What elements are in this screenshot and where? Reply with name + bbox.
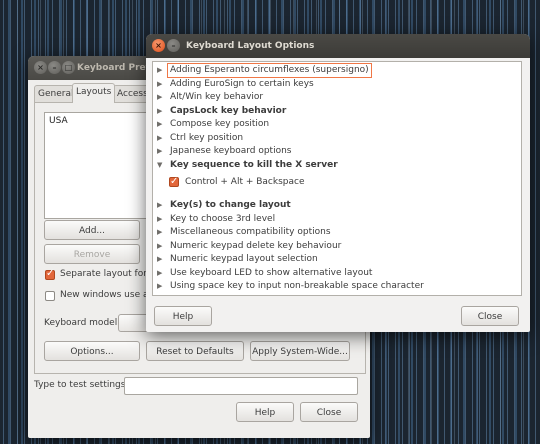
triangle-right-icon[interactable]: ▶ xyxy=(157,226,165,239)
tree-row-label: Key sequence to kill the X server xyxy=(170,159,338,170)
tree-row-label: CapsLock key behavior xyxy=(170,105,287,116)
close-icon[interactable]: × xyxy=(152,39,165,52)
tree-row-label: Miscellaneous compatibility options xyxy=(170,227,331,237)
tree-row-label: Adding Esperanto circumflexes (supersign… xyxy=(167,63,372,78)
separate-layout-checkbox[interactable] xyxy=(45,268,55,280)
close-button[interactable]: Close xyxy=(461,306,519,326)
control-alt-backspace-checkbox[interactable] xyxy=(169,175,179,188)
tree-row-label: Alt/Win key behavior xyxy=(170,92,264,102)
triangle-right-icon[interactable]: ▶ xyxy=(157,199,165,212)
minimize-icon[interactable]: – xyxy=(48,61,61,74)
tree-row-label: Key(s) to change layout xyxy=(170,200,291,210)
help-button[interactable]: Help xyxy=(236,402,294,422)
minimize-icon[interactable]: – xyxy=(167,39,180,52)
test-settings-label: Type to test settings: xyxy=(34,380,129,390)
tree-row-label: Ctrl key position xyxy=(170,132,244,143)
triangle-right-icon[interactable]: ▶ xyxy=(157,78,165,91)
tree-row-label: Adding EuroSign to certain keys xyxy=(170,78,314,89)
new-windows-label: New windows use acti xyxy=(60,290,160,300)
add-layout-button[interactable]: Add... xyxy=(44,220,140,240)
tree-row-label: Compose key position xyxy=(170,119,270,129)
options-button[interactable]: Options... xyxy=(44,341,140,361)
options-tree[interactable]: ▶ Adding Esperanto circumflexes (supersi… xyxy=(152,61,522,296)
titlebar[interactable]: × – Keyboard Layout Options xyxy=(146,34,530,58)
triangle-down-icon[interactable]: ▼ xyxy=(157,159,165,172)
tree-row-esperanto[interactable]: ▶ Adding Esperanto circumflexes (supersi… xyxy=(153,63,521,78)
triangle-right-icon[interactable]: ▶ xyxy=(157,118,165,131)
tree-row-label: Key to choose 3rd level xyxy=(170,213,276,224)
keyboard-model-label: Keyboard model: xyxy=(44,318,121,328)
dialog-title: Keyboard Layout Options xyxy=(186,41,315,51)
close-button[interactable]: Close xyxy=(300,402,358,422)
triangle-right-icon[interactable]: ▶ xyxy=(157,64,165,77)
triangle-right-icon[interactable]: ▶ xyxy=(157,253,165,266)
tree-row-label: Numeric keypad delete key behaviour xyxy=(170,240,342,251)
triangle-right-icon[interactable]: ▶ xyxy=(157,105,165,118)
triangle-right-icon[interactable]: ▶ xyxy=(157,240,165,253)
tree-row-label: Using space key to input non-breakable s… xyxy=(170,281,424,291)
tree-row-label: Japanese keyboard options xyxy=(170,146,292,156)
reset-defaults-button[interactable]: Reset to Defaults xyxy=(146,341,244,361)
tab-layouts[interactable]: Layouts xyxy=(72,83,115,103)
keyboard-layout-options-dialog: × – Keyboard Layout Options ▶ Adding Esp… xyxy=(146,34,530,332)
triangle-right-icon[interactable]: ▶ xyxy=(157,145,165,158)
triangle-right-icon[interactable]: ▶ xyxy=(157,213,165,226)
close-icon[interactable]: × xyxy=(34,61,47,74)
tree-row-label: Numeric keypad layout selection xyxy=(170,254,318,264)
maximize-icon[interactable]: □ xyxy=(62,61,75,74)
help-button[interactable]: Help xyxy=(154,306,212,326)
new-windows-checkbox[interactable] xyxy=(45,291,55,301)
window-title: Keyboard Prefe xyxy=(77,63,156,73)
suboption-label: Control + Alt + Backspace xyxy=(185,177,305,187)
triangle-right-icon[interactable]: ▶ xyxy=(157,280,165,293)
tab-general[interactable]: General xyxy=(34,85,74,102)
apply-system-wide-button[interactable]: Apply System-Wide... xyxy=(250,341,350,361)
triangle-right-icon[interactable]: ▶ xyxy=(157,267,165,280)
triangle-right-icon[interactable]: ▶ xyxy=(157,132,165,145)
remove-layout-button[interactable]: Remove xyxy=(44,244,140,264)
tree-row-label: Use keyboard LED to show alternative lay… xyxy=(170,267,373,278)
triangle-right-icon[interactable]: ▶ xyxy=(157,91,165,104)
test-settings-input[interactable] xyxy=(124,377,358,395)
